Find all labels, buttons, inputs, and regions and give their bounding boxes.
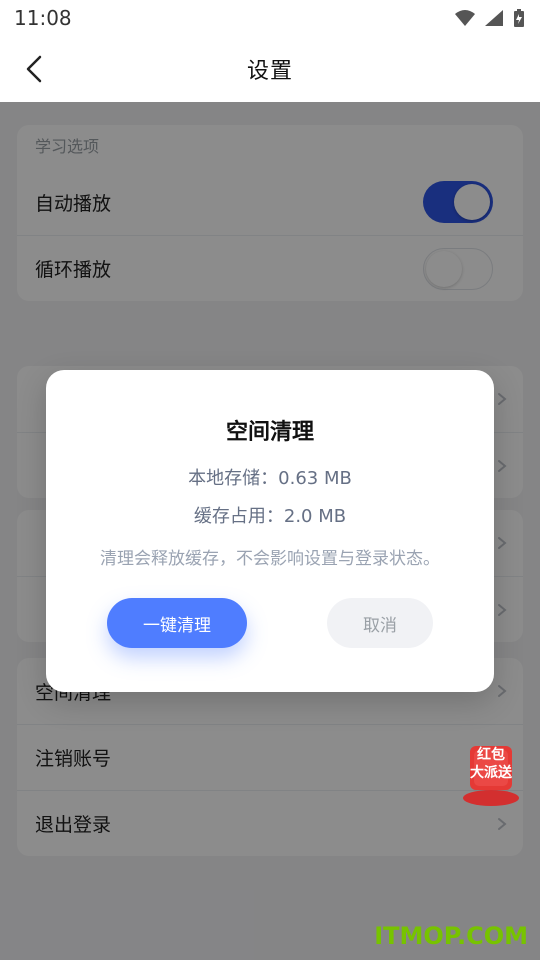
page-title: 设置 (246, 59, 293, 84)
top-bar: 设置 (0, 36, 540, 102)
clean-button[interactable]: 一键清理 (107, 598, 247, 648)
back-button[interactable] (18, 53, 50, 85)
signal-icon (485, 10, 503, 26)
dialog-note: 清理会释放缓存，不会影响设置与登录状态。 (100, 549, 440, 569)
status-bar: 11:08 (0, 0, 540, 36)
red-envelope-promo[interactable]: 红包 大派送 (460, 736, 522, 808)
local-storage-text: 本地存储：0.63 MB (188, 468, 352, 489)
wifi-icon (455, 10, 475, 26)
dialog-title: 空间清理 (225, 420, 314, 445)
promo-line1: 红包 (477, 747, 505, 763)
watermark: ITMOP.COM (374, 922, 528, 950)
cancel-button[interactable]: 取消 (327, 598, 433, 648)
chevron-left-icon (26, 55, 42, 83)
cache-usage-text: 缓存占用：2.0 MB (193, 506, 347, 527)
status-time: 11:08 (14, 6, 72, 30)
promo-line2: 大派送 (470, 765, 512, 781)
cleanup-dialog: 空间清理 本地存储：0.63 MB 缓存占用：2.0 MB 清理会释放缓存，不会… (46, 370, 494, 692)
battery-icon (514, 9, 524, 27)
status-icons (454, 8, 526, 28)
